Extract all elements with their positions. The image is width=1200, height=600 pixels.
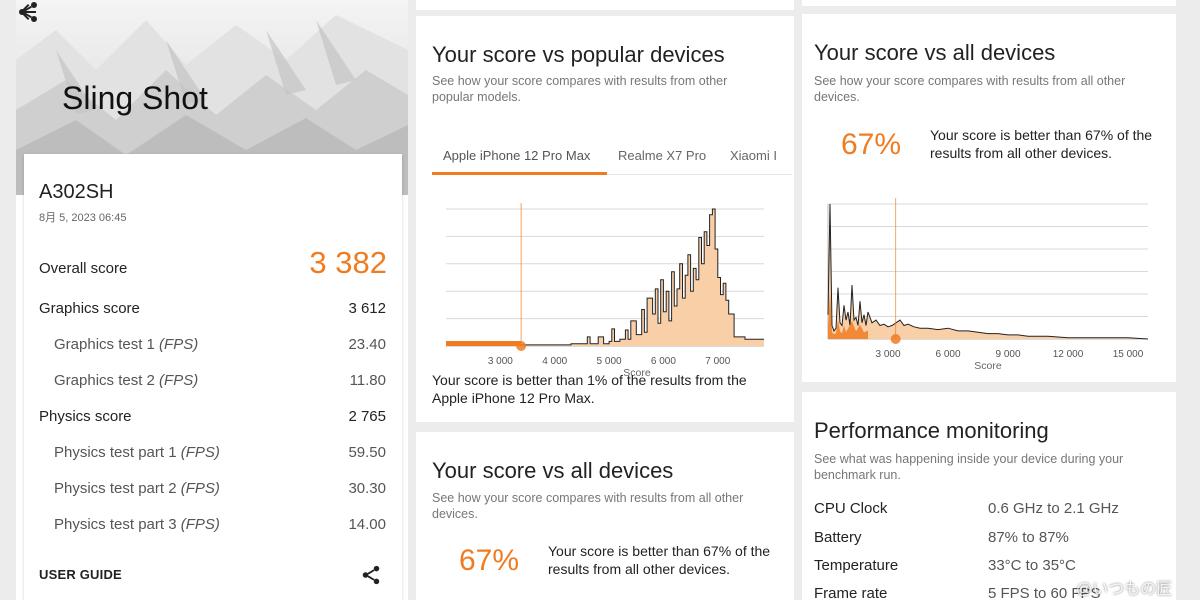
active-tab-indicator	[432, 172, 607, 175]
physics-score-value: 2 765	[348, 408, 386, 425]
graphics-test-2-label: Graphics test 2	[54, 372, 160, 389]
graphics-test-1-label: Graphics test 1	[54, 336, 160, 353]
all-devices-title: Your score vs all devices	[814, 40, 1056, 65]
x-tick-label: 7 000	[705, 356, 730, 367]
x-tick-label: 15 000	[1113, 349, 1144, 360]
temperature-value: 33°C to 35°C	[988, 557, 1076, 574]
fps-unit: (FPS)	[180, 444, 220, 461]
physics-test-3-label: Physics test part 3	[54, 516, 181, 533]
popular-devices-card: Your score vs popular devices See how yo…	[416, 16, 794, 422]
all-devices-card-right: Your score vs all devices See how your s…	[802, 14, 1176, 382]
fps-unit: (FPS)	[159, 372, 199, 389]
fps-unit: (FPS)	[180, 516, 220, 533]
x-tick-label: 5 000	[597, 356, 622, 367]
frame-rate-label: Frame rate	[814, 585, 888, 600]
your-score-dot	[890, 334, 901, 344]
all-devices-description: See how your score compares with results…	[814, 74, 1126, 104]
physics-test-2-label: Physics test part 2	[54, 480, 181, 497]
device-name: A302SH	[39, 181, 114, 203]
physics-test-2-value: 30.30	[348, 480, 386, 497]
tab-xiaomi[interactable]: Xiaomi I	[730, 148, 777, 163]
x-tick-label: 9 000	[995, 349, 1020, 360]
performance-title: Performance monitoring	[814, 418, 1049, 443]
distribution-area	[446, 209, 764, 346]
x-tick-label: 6 000	[651, 356, 676, 367]
popular-devices-title: Your score vs popular devices	[432, 42, 725, 67]
percentile-text: Your score is better than 67% of the res…	[548, 543, 771, 577]
share-icon[interactable]	[16, 0, 40, 24]
x-tick-label: 4 000	[542, 356, 567, 367]
popular-device-distribution-chart: 3 000 4 000 5 000 6 000 7 000Score	[446, 203, 764, 376]
graphics-score-value: 3 612	[348, 300, 386, 317]
percentile-value: 67%	[841, 128, 902, 161]
graphics-test-1-value: 23.40	[348, 336, 386, 353]
tab-apple-iphone-12-pro-max[interactable]: Apple iPhone 12 Pro Max	[443, 148, 590, 163]
battery-label: Battery	[814, 529, 862, 546]
all-device-distribution-chart: 3 000 6 000 9 000 12 000 15 000 Score	[827, 198, 1149, 372]
x-tick-label: 3 000	[488, 356, 513, 367]
performance-description: See what was happening inside your devic…	[814, 452, 1124, 482]
cpu-clock-value: 0.6 GHz to 2.1 GHz	[988, 500, 1119, 517]
physics-test-3-value: 14.00	[348, 516, 386, 533]
benchmark-title: Sling Shot	[62, 80, 208, 116]
percentile-value: 67%	[459, 544, 520, 577]
overall-score-value: 3 382	[309, 245, 387, 280]
physics-test-1-value: 59.50	[348, 444, 386, 461]
your-score-band	[446, 341, 522, 346]
percentile-text: Your score is better than 67% of the res…	[930, 127, 1153, 161]
popular-devices-description: See how your score compares with results…	[432, 74, 728, 104]
score-card: A302SH 8月 5, 2023 06:45 Overall score 3 …	[24, 154, 402, 600]
fps-unit: (FPS)	[180, 480, 220, 497]
overall-score-label: Overall score	[39, 260, 128, 277]
device-tabs: Apple iPhone 12 Pro Max Realme X7 Pro Xi…	[432, 133, 792, 175]
popular-devices-caption: Your score is better than 1% of the resu…	[432, 372, 747, 406]
all-devices-title: Your score vs all devices	[432, 458, 674, 483]
watermark: @いつもの匠	[1076, 581, 1173, 598]
all-devices-card-middle: Your score vs all devices See how your s…	[416, 432, 794, 600]
physics-test-1-label: Physics test part 1	[54, 444, 181, 461]
x-axis-label: Score	[974, 360, 1002, 372]
battery-value: 87% to 87%	[988, 529, 1069, 546]
previous-card-edge	[802, 0, 1176, 6]
cpu-clock-label: CPU Clock	[814, 500, 888, 517]
fps-unit: (FPS)	[159, 336, 199, 353]
previous-card-edge	[416, 0, 794, 10]
share-icon[interactable]	[360, 564, 382, 586]
graphics-score-label: Graphics score	[39, 300, 140, 317]
your-score-dot	[516, 341, 527, 351]
tab-realme-x7-pro[interactable]: Realme X7 Pro	[618, 148, 706, 163]
temperature-label: Temperature	[814, 557, 899, 574]
performance-monitoring-card: Performance monitoring See what was happ…	[802, 392, 1176, 600]
benchmark-result-panel: Sling Shot A302SH 8月 5, 2023 06:45 Overa…	[16, 0, 408, 600]
physics-score-label: Physics score	[39, 408, 132, 425]
run-date: 8月 5, 2023 06:45	[39, 212, 127, 224]
graphics-test-2-value: 11.80	[349, 372, 386, 389]
user-guide-link[interactable]: USER GUIDE	[39, 567, 122, 582]
all-devices-description: See how your score compares with results…	[432, 491, 744, 521]
x-tick-label: 6 000	[935, 349, 960, 360]
x-tick-label: 12 000	[1053, 349, 1084, 360]
x-tick-label: 3 000	[875, 349, 900, 360]
